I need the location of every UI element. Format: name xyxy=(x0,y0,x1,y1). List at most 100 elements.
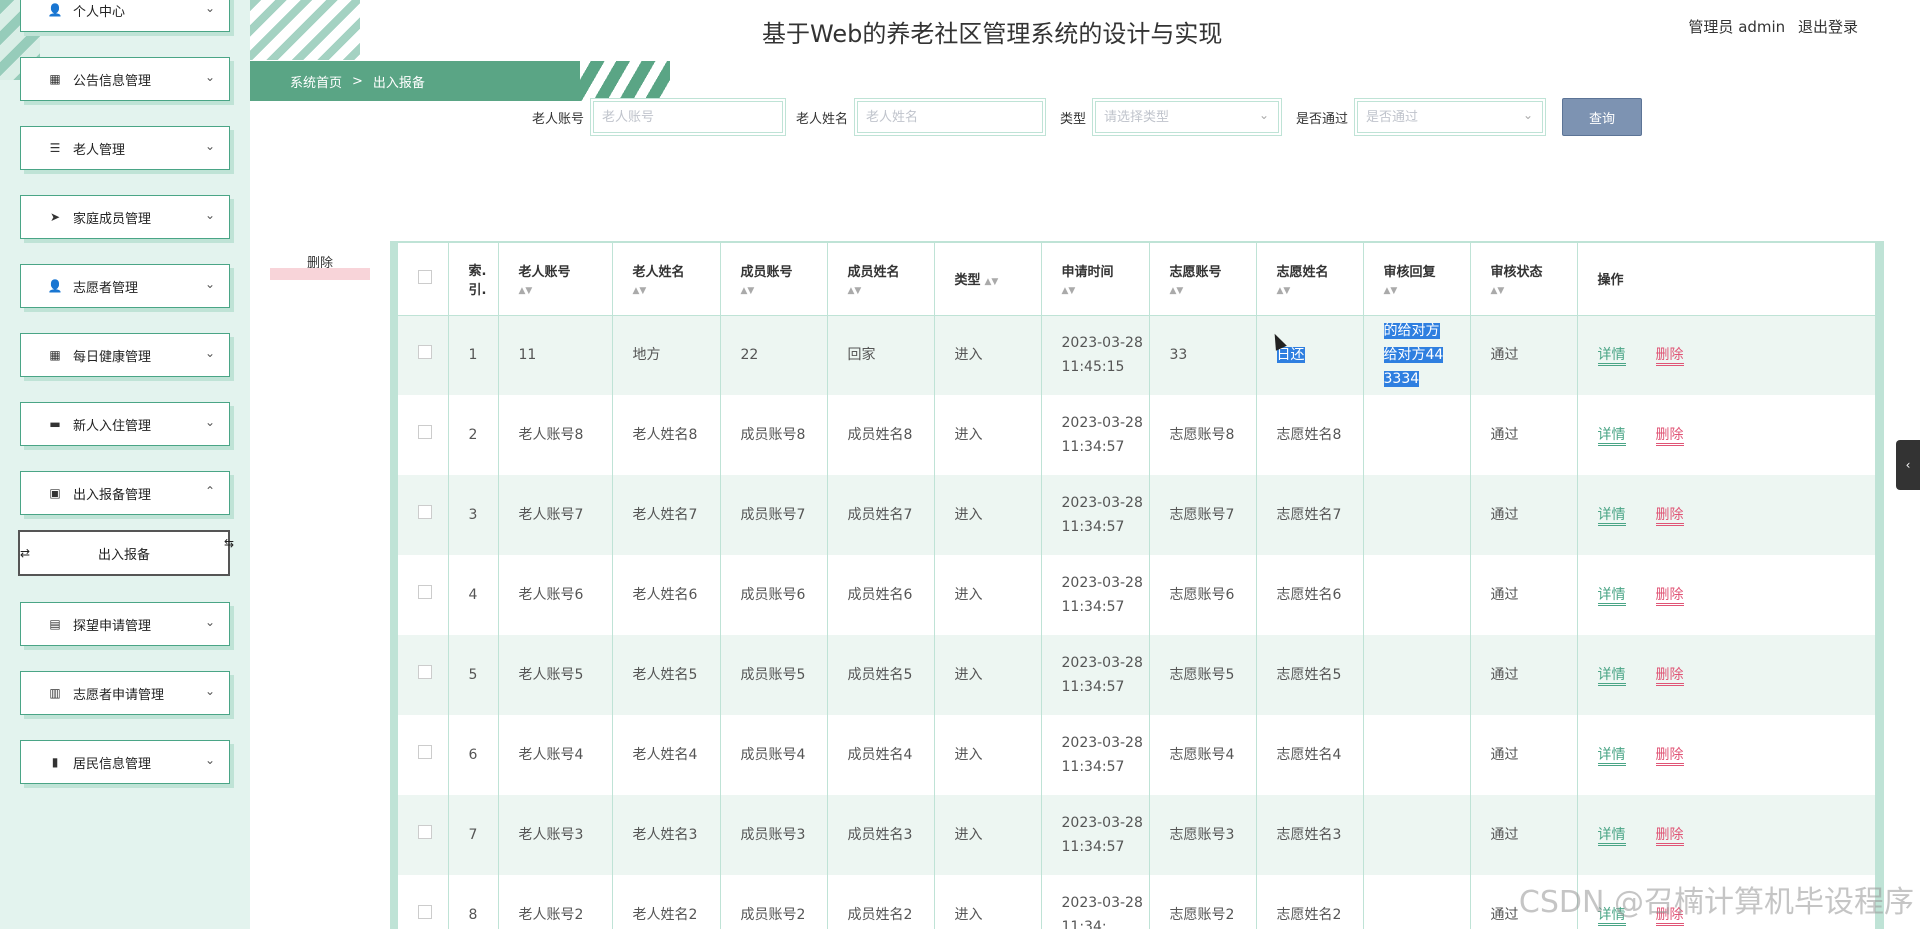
chevron-down-icon: ⌄ xyxy=(204,415,215,429)
row-checkbox[interactable] xyxy=(418,665,432,679)
delete-link[interactable]: 删除 xyxy=(1655,667,1684,686)
sort-icon[interactable]: ▲▼ xyxy=(1384,286,1470,296)
cell-type: 进入 xyxy=(934,475,1042,555)
cell-vacct-text: 志愿账号8 xyxy=(1169,427,1235,443)
cell-actions: 详情 删除 xyxy=(1577,475,1876,555)
cell-type-text: 进入 xyxy=(954,587,983,603)
sidebar-item[interactable]: ☰ 老人管理 ⌄ xyxy=(20,126,230,170)
sidebar-item-label: 志愿者申请管理 xyxy=(73,687,165,703)
cell-time-text: 2023-03-28 11:34:57 xyxy=(1061,415,1143,455)
page-title: 基于Web的养老社区管理系统的设计与实现 xyxy=(762,20,1223,48)
sidebar-item[interactable]: 👤 志愿者管理 ⌄ xyxy=(20,264,230,308)
delete-link[interactable]: 删除 xyxy=(1655,747,1684,766)
detail-link[interactable]: 详情 xyxy=(1597,827,1626,846)
row-checkbox[interactable] xyxy=(418,425,432,439)
sort-icon[interactable]: ▲▼ xyxy=(985,277,999,287)
delete-link[interactable]: 删除 xyxy=(1655,347,1684,367)
sidebar-item[interactable]: ▬ 新人入住管理 ⌄ xyxy=(20,402,230,446)
header-apply-time[interactable]: 申请时间 ▲▼ xyxy=(1041,243,1150,316)
detail-link[interactable]: 详情 xyxy=(1597,507,1626,526)
row-checkbox[interactable] xyxy=(418,345,432,360)
passed-select[interactable]: ⌄ xyxy=(1354,98,1547,136)
cell-mname-text: 成员姓名8 xyxy=(847,427,913,443)
cell-vacct-text: 志愿账号3 xyxy=(1169,827,1235,843)
header-member-account[interactable]: 成员账号 ▲▼ xyxy=(720,243,828,316)
delete-link[interactable]: 删除 xyxy=(1655,507,1684,526)
sidebar-item[interactable]: ▦ 每日健康管理 ⌄ xyxy=(20,333,230,377)
cell-status-text: 通过 xyxy=(1490,667,1519,683)
cell-macct: 成员账号3 xyxy=(720,795,828,875)
cell-vacct-text: 志愿账号4 xyxy=(1169,747,1235,763)
row-checkbox[interactable] xyxy=(418,585,432,599)
header-member-name[interactable]: 成员姓名 ▲▼ xyxy=(827,243,935,316)
sidebar-item[interactable]: ▥ 志愿者申请管理 ⌄ xyxy=(20,671,230,715)
cell-vname: 日还 xyxy=(1256,315,1364,395)
header-type[interactable]: 类型 ▲▼ xyxy=(934,243,1042,316)
type-select[interactable]: ⌄ xyxy=(1092,98,1283,136)
cell-reply xyxy=(1363,555,1471,635)
account-input[interactable] xyxy=(593,101,784,133)
detail-link[interactable]: 详情 xyxy=(1597,427,1626,446)
sidebar-item[interactable]: ▤ 探望申请管理 ⌄ xyxy=(20,602,230,646)
bed-icon: ▬ xyxy=(49,417,61,431)
sort-icon[interactable]: ▲▼ xyxy=(519,286,612,296)
delete-link[interactable]: 删除 xyxy=(1655,587,1684,606)
detail-link[interactable]: 详情 xyxy=(1597,587,1626,606)
batch-delete-button[interactable]: 删除 xyxy=(270,252,370,280)
cell-mname-text: 成员姓名3 xyxy=(847,827,913,843)
detail-link[interactable]: 详情 xyxy=(1597,667,1626,686)
sort-icon[interactable]: ▲▼ xyxy=(848,286,934,296)
detail-link[interactable]: 详情 xyxy=(1597,747,1626,766)
sidebar-item[interactable]: 👤 个人中心 ⌄ xyxy=(20,0,230,32)
header-elder-account[interactable]: 老人账号 ▲▼ xyxy=(498,243,613,316)
name-input[interactable] xyxy=(857,101,1044,133)
book-icon: ▮ xyxy=(51,755,59,769)
sort-icon[interactable]: ▲▼ xyxy=(1062,286,1149,296)
cell-name-text: 老人姓名4 xyxy=(632,747,698,763)
sidebar-item[interactable]: ▮ 居民信息管理 ⌄ xyxy=(20,740,230,784)
passed-select-input[interactable] xyxy=(1357,101,1544,133)
header-volunteer-account[interactable]: 志愿账号 ▲▼ xyxy=(1149,243,1257,316)
cell-vname: 志愿姓名8 xyxy=(1256,395,1364,475)
cell-vacct: 志愿账号5 xyxy=(1149,635,1257,715)
sidebar-item[interactable]: ➤ 家庭成员管理 ⌄ xyxy=(20,195,230,239)
cell-type: 进入 xyxy=(934,795,1042,875)
sidebar-item[interactable]: ▣ 出入报备管理 ⌃ xyxy=(20,471,230,515)
header-volunteer-name[interactable]: 志愿姓名 ▲▼ xyxy=(1256,243,1364,316)
sidebar-item[interactable]: ▦ 公告信息管理 ⌄ xyxy=(20,57,230,101)
cell-status: 通过 xyxy=(1470,315,1578,395)
cell-acct: 老人账号4 xyxy=(498,715,613,795)
header: 基于Web的养老社区管理系统的设计与实现 管理员 admin 退出登录 xyxy=(250,0,1920,60)
detail-link[interactable]: 详情 xyxy=(1597,347,1626,367)
header-review-status[interactable]: 审核状态 ▲▼ xyxy=(1470,243,1578,316)
query-button[interactable]: 查询 xyxy=(1562,98,1642,136)
sort-icon[interactable]: ▲▼ xyxy=(1491,286,1577,296)
cell-status-text: 通过 xyxy=(1490,747,1519,763)
cell-acct-text: 老人账号8 xyxy=(518,427,584,443)
sort-icon[interactable]: ▲▼ xyxy=(633,286,720,296)
chevron-left-icon[interactable]: ‹ xyxy=(1896,440,1920,490)
sort-icon[interactable]: ▲▼ xyxy=(741,286,827,296)
header-index-label: 索.引. xyxy=(468,263,487,298)
header-label: 申请时间 xyxy=(1061,265,1114,281)
logout-link[interactable]: 退出登录 xyxy=(1798,18,1858,36)
delete-link[interactable]: 删除 xyxy=(1655,427,1684,446)
sort-icon[interactable]: ▲▼ xyxy=(1277,286,1363,296)
row-checkbox[interactable] xyxy=(418,905,432,919)
cell-actions: 详情 删除 xyxy=(1577,715,1876,795)
row-checkbox[interactable] xyxy=(418,825,432,839)
cell-idx: 1 xyxy=(448,315,499,395)
type-select-input[interactable] xyxy=(1095,101,1280,133)
header-elder-name[interactable]: 老人姓名 ▲▼ xyxy=(612,243,721,316)
cell-vname: 志愿姓名6 xyxy=(1256,555,1364,635)
header-review-reply[interactable]: 审核回复 ▲▼ xyxy=(1363,243,1471,316)
select-all-checkbox[interactable] xyxy=(418,269,432,284)
sidebar-item-label: 老人管理 xyxy=(73,142,126,158)
sort-icon[interactable]: ▲▼ xyxy=(1170,286,1256,296)
delete-link[interactable]: 删除 xyxy=(1655,827,1684,846)
row-checkbox[interactable] xyxy=(418,745,432,759)
row-checkbox[interactable] xyxy=(418,505,432,519)
sidebar-subitem-active[interactable]: ⇄ 出入报备 ⇆ xyxy=(18,530,234,576)
search-account-group: 老人账号 xyxy=(532,97,787,137)
breadcrumb-home[interactable]: 系统首页 xyxy=(290,72,342,91)
